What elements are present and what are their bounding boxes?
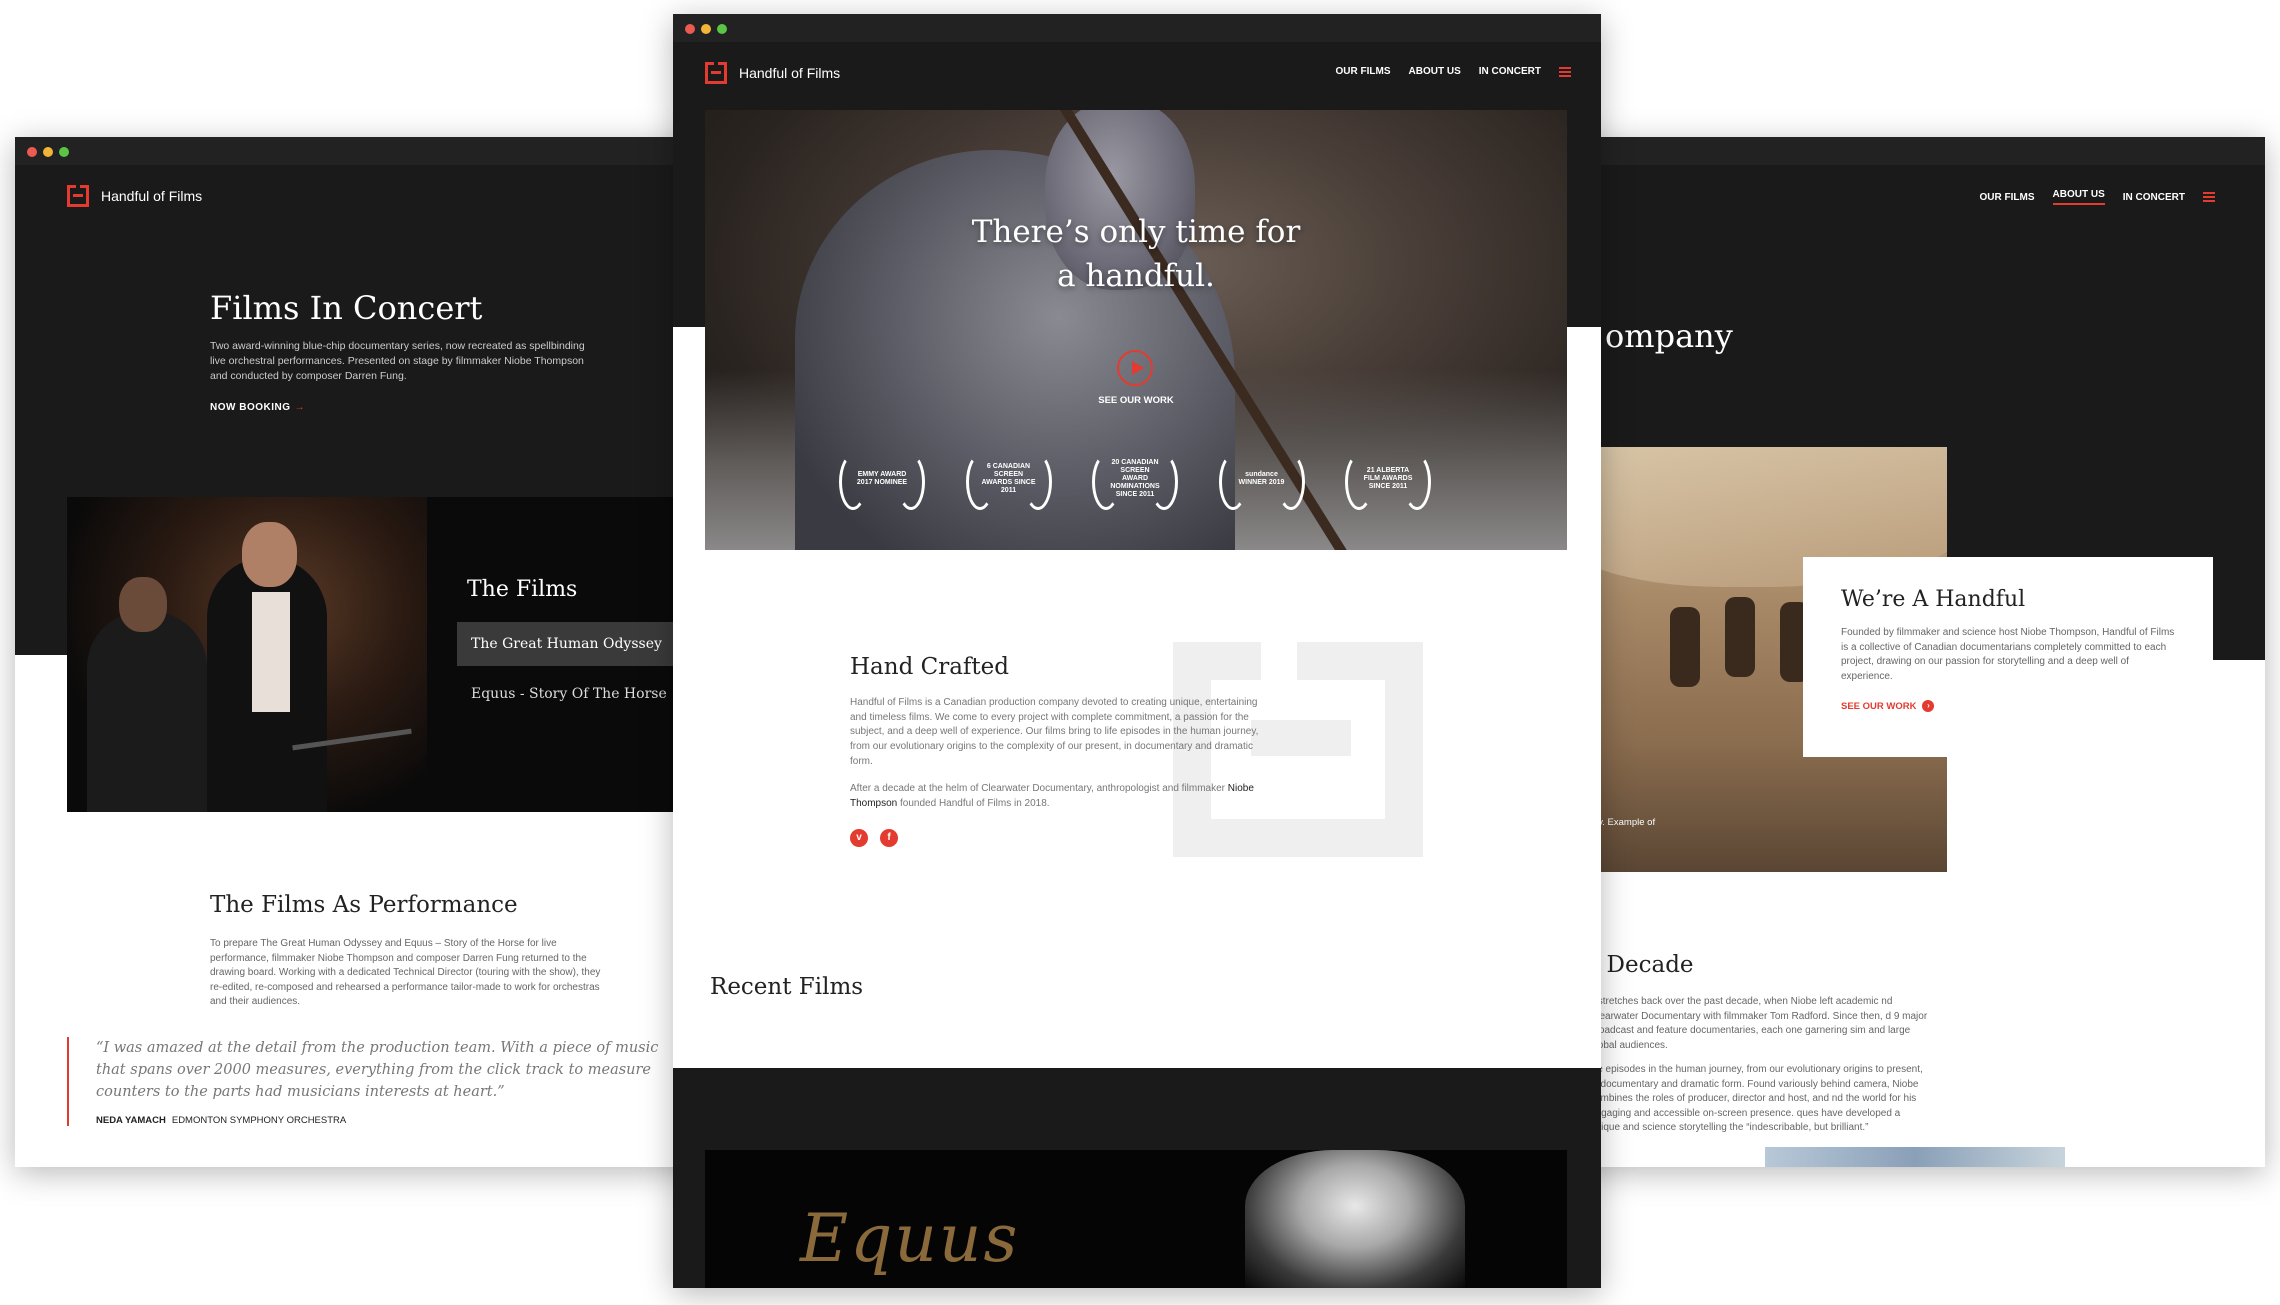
award-label: EMMY AWARD 2017 NOMINEE <box>856 471 908 486</box>
social-links: v f <box>850 829 898 847</box>
about-card-text: Founded by filmmaker and science host Ni… <box>1841 627 2175 682</box>
main-nav: OUR FILMS ABOUT US IN CONCERT <box>1336 66 1571 77</box>
maximize-dot-icon[interactable] <box>717 24 727 34</box>
logo-mark-icon <box>67 185 89 207</box>
play-icon[interactable] <box>1117 350 1153 386</box>
vimeo-icon[interactable]: v <box>850 829 868 847</box>
left-browser-window: Handful of Films Films In Concert Two aw… <box>15 137 715 1167</box>
performance-heading: The Films As Performance <box>210 892 518 918</box>
founder-text-a: After a decade at the helm of Clearwater… <box>850 783 1225 794</box>
hero-title-line-2: a handful. <box>1057 258 1215 294</box>
films-panel: The Films The Great Human Odyssey Equus … <box>67 497 715 812</box>
bottom-photo <box>1765 1147 2065 1167</box>
brand-name: Handful of Films <box>739 65 841 81</box>
window-chrome <box>15 137 715 165</box>
window-chrome <box>673 14 1601 42</box>
hamburger-icon[interactable] <box>2203 192 2215 202</box>
about-card: We’re A Handful Founded by filmmaker and… <box>1803 557 2213 757</box>
now-booking-link[interactable]: NOW BOOKING → <box>210 402 305 413</box>
equus-film-card[interactable]: Equus <box>705 1150 1567 1288</box>
quote-text: “I was amazed at the detail from the pro… <box>96 1040 659 1100</box>
brand-name: Handful of Films <box>101 188 203 204</box>
decade-heading: t Decade <box>1590 952 1694 978</box>
main-nav: OUR FILMS ABOUT US IN CONCERT <box>1980 189 2215 205</box>
nav-about-us[interactable]: ABOUT US <box>1409 66 1461 77</box>
award-label: 6 CANADIAN SCREEN AWARDS SINCE 2011 <box>981 463 1036 494</box>
right-browser-window: OUR FILMS ABOUT US IN CONCERT ompany gal… <box>1575 137 2265 1167</box>
recent-films-heading: Recent Films <box>710 974 864 1000</box>
nav-our-films[interactable]: OUR FILMS <box>1336 66 1391 77</box>
award-laurel-icon: 21 ALBERTA FILM AWARDS SINCE 2011 <box>1341 450 1435 510</box>
maximize-dot-icon[interactable] <box>59 147 69 157</box>
see-our-work-label: SEE OUR WORK <box>1841 700 1917 712</box>
quote-citation: NEDA YAMACH EDMONTON SYMPHONY ORCHESTRA <box>96 1115 667 1126</box>
page-title: Films In Concert <box>210 289 483 327</box>
decade-text-2: life episodes in the human journey, from… <box>1590 1064 1923 1133</box>
close-dot-icon[interactable] <box>685 24 695 34</box>
performance-text: To prepare The Great Human Odyssey and E… <box>210 938 601 1007</box>
close-dot-icon[interactable] <box>27 147 37 157</box>
arrow-circle-icon: › <box>1922 700 1935 712</box>
founder-text: After a decade at the helm of Clearwater… <box>850 782 1270 811</box>
logo-mark-icon <box>705 62 727 84</box>
award-laurel-icon: sundance WINNER 2019 <box>1215 450 1309 510</box>
minimize-dot-icon[interactable] <box>701 24 711 34</box>
awards-row: EMMY AWARD 2017 NOMINEE 6 CANADIAN SCREE… <box>835 450 1435 510</box>
award-label: sundance WINNER 2019 <box>1238 471 1285 486</box>
about-card-title: We’re A Handful <box>1841 587 2026 612</box>
equus-title-art: Equus <box>800 1200 1020 1277</box>
site-logo[interactable]: Handful of Films <box>705 62 840 84</box>
quote-author: NEDA YAMACH <box>96 1115 166 1126</box>
nav-in-concert[interactable]: IN CONCERT <box>2123 192 2185 203</box>
horse-photo <box>1245 1150 1465 1288</box>
now-booking-label: NOW BOOKING <box>210 402 291 413</box>
founder-text-b: founded Handful of Films in 2018. <box>900 797 1050 809</box>
award-laurel-icon: EMMY AWARD 2017 NOMINEE <box>835 450 929 510</box>
nav-about-us[interactable]: ABOUT US <box>2052 189 2105 205</box>
site-logo[interactable]: Handful of Films <box>67 185 202 207</box>
see-our-work-link[interactable]: SEE OUR WORK › <box>1841 700 2175 712</box>
award-label: 21 ALBERTA FILM AWARDS SINCE 2011 <box>1363 467 1413 490</box>
facebook-icon[interactable]: f <box>880 829 898 847</box>
award-laurel-icon: 20 CANADIAN SCREEN AWARD NOMINATIONS SIN… <box>1088 450 1182 510</box>
hero-title: There’s only time for a handful. <box>705 210 1567 298</box>
hamburger-icon[interactable] <box>1559 66 1571 77</box>
arrow-right-icon: → <box>294 402 305 413</box>
minimize-dot-icon[interactable] <box>43 147 53 157</box>
company-heading: ompany <box>1605 317 1733 355</box>
center-browser-window: Handful of Films OUR FILMS ABOUT US IN C… <box>673 14 1601 1288</box>
testimonial-quote: “I was amazed at the detail from the pro… <box>67 1037 667 1126</box>
nav-in-concert[interactable]: IN CONCERT <box>1479 66 1541 77</box>
window-chrome <box>1575 137 2265 165</box>
award-laurel-icon: 6 CANADIAN SCREEN AWARDS SINCE 2011 <box>962 450 1056 510</box>
conductor-photo <box>67 497 427 812</box>
hero-banner: There’s only time for a handful. SEE OUR… <box>705 110 1567 550</box>
see-our-work-link[interactable]: SEE OUR WORK <box>705 395 1567 406</box>
hero-title-line-1: There’s only time for <box>971 214 1301 250</box>
nav-our-films[interactable]: OUR FILMS <box>1980 192 2035 203</box>
quote-org: EDMONTON SYMPHONY ORCHESTRA <box>171 1115 347 1126</box>
films-heading: The Films <box>467 577 578 602</box>
intro-text: Two award-winning blue-chip documentary … <box>210 340 585 382</box>
decade-text-1: y stretches back over the past decade, w… <box>1590 996 1928 1051</box>
award-label: 20 CANADIAN SCREEN AWARD NOMINATIONS SIN… <box>1110 459 1160 498</box>
hand-crafted-text: Handful of Films is a Canadian productio… <box>850 697 1259 767</box>
hand-crafted-heading: Hand Crafted <box>850 654 1010 680</box>
